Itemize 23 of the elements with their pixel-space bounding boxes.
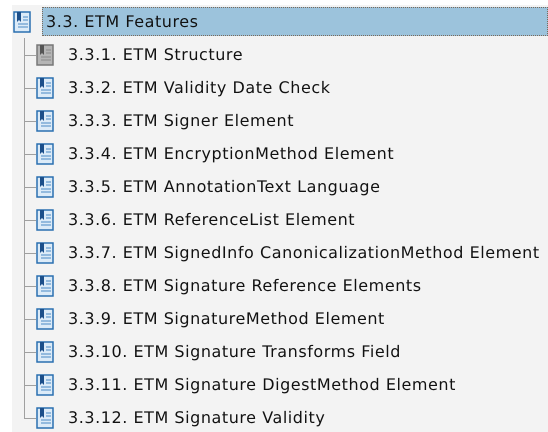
tree-connector [24, 104, 36, 137]
tree-connector [24, 137, 36, 170]
tree-connector [24, 203, 36, 236]
tree-connector [24, 236, 36, 269]
tree-connector [24, 335, 36, 368]
tree-item[interactable]: 3.3. ETM Features [42, 7, 548, 36]
tree-item[interactable]: 3.3.4. ETM EncryptionMethod Element [64, 139, 398, 168]
tree-item[interactable]: 3.3.6. ETM ReferenceList Element [64, 205, 360, 234]
tree-connector [24, 368, 36, 401]
tree-item[interactable]: 3.3.9. ETM SignatureMethod Element [64, 304, 389, 333]
tree-connector [24, 170, 36, 203]
tree-connector [24, 38, 36, 71]
tree-item[interactable]: 3.3.11. ETM Signature DigestMethod Element [64, 370, 460, 399]
tree-connector [24, 269, 36, 302]
tree-item[interactable]: 3.3.3. ETM Signer Element [64, 106, 298, 135]
tree-item[interactable]: 3.3.2. ETM Validity Date Check [64, 73, 335, 102]
tree-connector [24, 302, 36, 335]
tree-item[interactable]: 3.3.10. ETM Signature Transforms Field [64, 337, 405, 366]
tree-connector [24, 71, 36, 104]
tree-item[interactable]: 3.3.5. ETM AnnotationText Language [64, 172, 385, 201]
tree-item[interactable]: 3.3.7. ETM SignedInfo CanonicalizationMethod Element [64, 238, 544, 267]
tree-item[interactable]: 3.3.12. ETM Signature Validity [64, 403, 330, 432]
tree-item[interactable]: 3.3.8. ETM Signature Reference Elements [64, 271, 426, 300]
